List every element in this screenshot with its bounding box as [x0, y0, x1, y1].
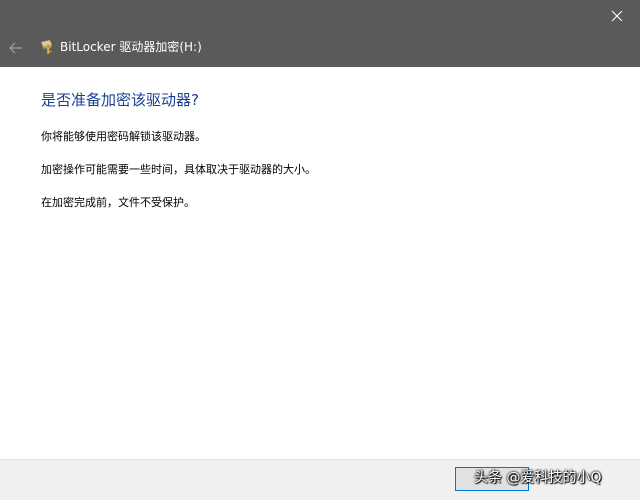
- close-button[interactable]: [594, 0, 640, 32]
- close-icon: [611, 10, 623, 22]
- bitlocker-icon: [40, 39, 53, 55]
- info-text-unlock: 你将能够使用密码解锁该驱动器。: [41, 130, 206, 143]
- start-encryption-button[interactable]: [455, 467, 529, 491]
- info-text-duration: 加密操作可能需要一些时间，具体取决于驱动器的大小。: [41, 163, 316, 176]
- bitlocker-dialog: BitLocker 驱动器加密(H:) 是否准备加密该驱动器? 你将能够使用密码…: [0, 0, 640, 500]
- window-title: BitLocker 驱动器加密(H:): [60, 40, 202, 54]
- page-heading: 是否准备加密该驱动器?: [41, 91, 199, 109]
- title-bar: BitLocker 驱动器加密(H:): [0, 0, 640, 67]
- content-area: 是否准备加密该驱动器? 你将能够使用密码解锁该驱动器。 加密操作可能需要一些时间…: [0, 67, 640, 459]
- back-arrow-icon: [9, 42, 22, 54]
- back-button[interactable]: [4, 34, 28, 62]
- info-text-protection: 在加密完成前，文件不受保护。: [41, 196, 195, 209]
- navigation-bar: BitLocker 驱动器加密(H:): [0, 32, 640, 67]
- footer-bar: 头条 @爱科技的小Q: [0, 459, 640, 500]
